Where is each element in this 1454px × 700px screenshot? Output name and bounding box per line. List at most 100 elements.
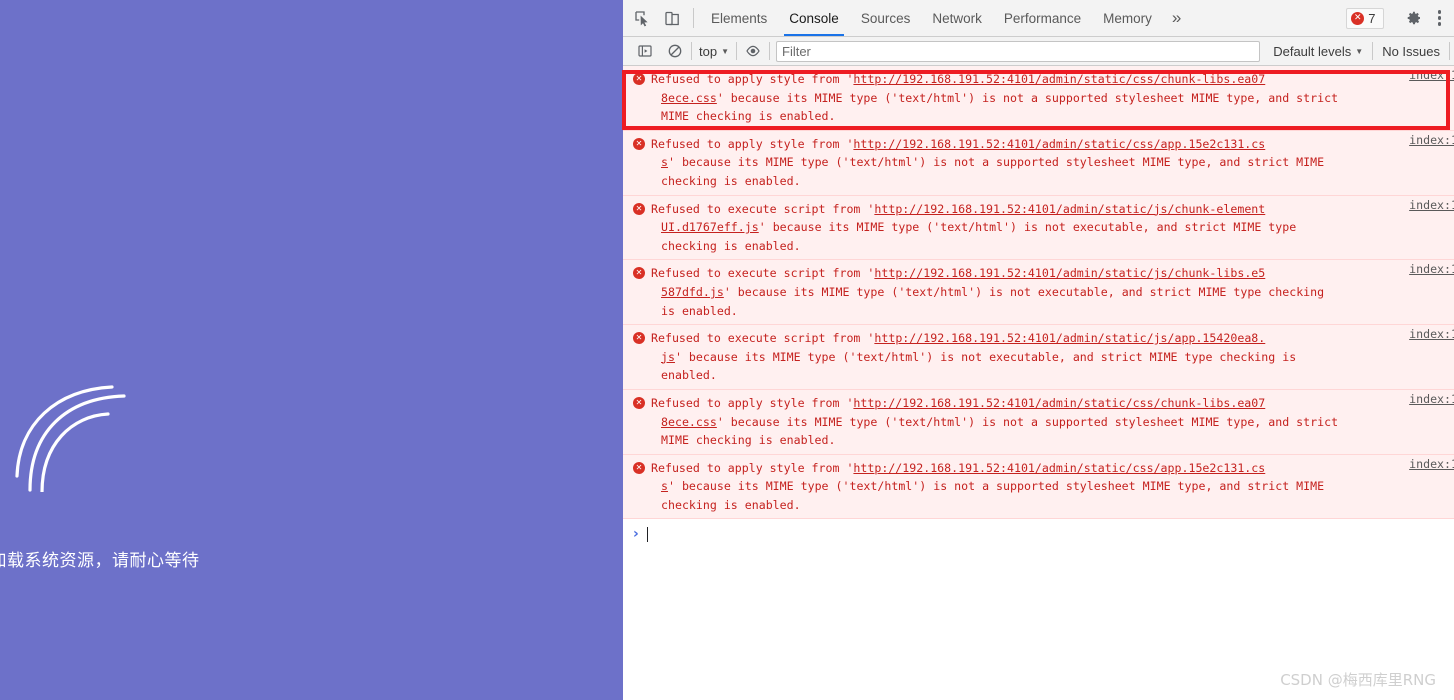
console-message-line: enabled. — [651, 366, 1454, 385]
console-message-segment: checking is enabled. — [661, 173, 801, 188]
console-resource-link[interactable]: http://192.168.191.52:4101/admin/static/… — [853, 137, 1265, 151]
console-message-source-link[interactable]: index:1 — [1409, 455, 1454, 474]
console-resource-link[interactable]: http://192.168.191.52:4101/admin/static/… — [853, 72, 1265, 86]
console-message-text: Refused to execute script from 'http://1… — [651, 200, 1454, 256]
console-message-segment: Refused to apply style from ' — [651, 136, 854, 151]
console-resource-link[interactable]: http://192.168.191.52:4101/admin/static/… — [874, 266, 1265, 280]
inspect-element-icon[interactable] — [627, 0, 657, 36]
console-message-segment: checking is enabled. — [661, 497, 801, 512]
error-circle-icon: ✕ — [633, 137, 645, 150]
kebab-menu-icon[interactable] — [1429, 10, 1451, 26]
console-message-line: checking is enabled. — [651, 496, 1454, 515]
console-filter-input[interactable] — [776, 40, 1261, 62]
console-message-error[interactable]: ✕ Refused to execute script from 'http://… — [623, 260, 1454, 326]
console-message-segment: ' because its MIME type ('text/html') is… — [723, 284, 1325, 299]
console-message-error[interactable]: ✕ Refused to apply style from 'http://192… — [623, 454, 1454, 520]
console-message-line: Refused to execute script from 'http://1… — [651, 264, 1454, 283]
console-message-source-link[interactable]: index:1 — [1409, 131, 1454, 150]
console-message-source-link[interactable]: index:1 — [1409, 325, 1454, 344]
issues-button[interactable]: No Issues — [1374, 44, 1448, 59]
console-message-line: js' because its MIME type ('text/html') … — [651, 348, 1454, 367]
console-resource-link[interactable]: http://192.168.191.52:4101/admin/static/… — [853, 396, 1265, 410]
console-sidebar-icon[interactable] — [630, 43, 660, 59]
csdn-watermark: CSDN @梅西库里RNG — [1280, 671, 1436, 689]
console-message-source-link[interactable]: index:1 — [1409, 390, 1454, 409]
console-resource-link[interactable]: 8ece.css — [661, 91, 717, 105]
console-message-line: Refused to execute script from 'http://1… — [651, 329, 1454, 348]
chevron-down-icon-levels: ▼ — [1355, 46, 1364, 56]
error-circle-icon: ✕ — [633, 461, 645, 474]
tab-performance[interactable]: Performance — [993, 0, 1092, 36]
error-circle-icon: ✕ — [633, 396, 645, 409]
console-message-line: MIME checking is enabled. — [651, 431, 1454, 450]
console-resource-link[interactable]: 8ece.css — [661, 415, 717, 429]
tab-elements[interactable]: Elements — [700, 0, 778, 36]
clear-console-icon[interactable] — [660, 43, 690, 59]
device-toolbar-icon[interactable] — [657, 0, 687, 36]
tab-memory[interactable]: Memory — [1092, 0, 1163, 36]
loading-arcs-spinner-icon — [0, 372, 144, 494]
console-message-segment: MIME checking is enabled. — [661, 109, 836, 124]
console-resource-link[interactable]: s — [661, 479, 668, 493]
console-message-text: Refused to execute script from 'http://1… — [651, 264, 1454, 320]
console-message-text: Refused to execute script from 'http://1… — [651, 329, 1454, 385]
console-resource-link[interactable]: http://192.168.191.52:4101/admin/static/… — [874, 202, 1265, 216]
tabstrip-right-group: ✕ 7 — [1346, 0, 1454, 36]
error-count-badge[interactable]: ✕ 7 — [1346, 7, 1384, 29]
console-message-line: 587dfd.js' because its MIME type ('text/… — [651, 283, 1454, 302]
console-message-line: 8ece.css' because its MIME type ('text/h… — [651, 413, 1454, 432]
log-levels-label: Default levels — [1273, 43, 1352, 59]
console-resource-link[interactable]: js — [661, 350, 675, 364]
console-message-source-link[interactable]: index:1 — [1409, 260, 1454, 279]
console-resource-link[interactable]: s — [661, 155, 668, 169]
filterbar-divider-1 — [691, 42, 692, 60]
console-message-error[interactable]: ✕ Refused to apply style from 'http://192… — [623, 66, 1454, 131]
console-message-error[interactable]: ✕ Refused to apply style from 'http://192… — [623, 389, 1454, 455]
console-message-segment: Refused to apply style from ' — [651, 72, 854, 86]
console-message-segment: ' because its MIME type ('text/html') is… — [674, 349, 1297, 364]
console-message-error[interactable]: ✕ Refused to apply style from 'http://192… — [623, 130, 1454, 196]
console-message-error[interactable]: ✕ Refused to execute script from 'http://… — [623, 325, 1454, 390]
console-message-source-link[interactable]: index:1 — [1409, 196, 1454, 215]
tab-network[interactable]: Network — [921, 0, 993, 36]
console-message-segment: ' because its MIME type ('text/html') is… — [667, 155, 1325, 170]
console-message-list[interactable]: ✕ Refused to apply style from 'http://192… — [623, 66, 1454, 700]
console-message-line: Refused to execute script from 'http://1… — [651, 200, 1454, 219]
console-message-segment: enabled. — [661, 368, 717, 383]
console-prompt-caret-icon: › — [633, 526, 639, 543]
tab-memory-label: Memory — [1103, 10, 1152, 26]
log-levels-dropdown[interactable]: Default levels ▼ — [1265, 44, 1371, 59]
console-message-source-link[interactable]: index:1 — [1409, 66, 1454, 85]
console-message-line: Refused to apply style from 'http://192.… — [651, 70, 1454, 89]
filterbar-divider-4 — [1372, 42, 1374, 60]
console-message-segment: ' because its MIME type ('text/html') is… — [758, 220, 1297, 235]
console-message-segment: checking is enabled. — [661, 238, 801, 253]
tab-console[interactable]: Console — [778, 0, 850, 36]
toolbar-divider — [693, 8, 694, 28]
tab-console-label: Console — [789, 10, 839, 26]
gear-icon[interactable] — [1399, 10, 1429, 26]
console-message-segment: MIME checking is enabled. — [661, 433, 836, 448]
eye-icon[interactable] — [738, 43, 768, 59]
error-circle-icon: ✕ — [1351, 11, 1365, 25]
console-resource-link[interactable]: http://192.168.191.52:4101/admin/static/… — [853, 461, 1265, 475]
error-count-label: 7 — [1368, 10, 1376, 26]
execution-context-selector[interactable]: top ▼ — [693, 44, 735, 59]
console-message-segment: Refused to execute script from ' — [651, 201, 875, 216]
screenshot-root: 在加载系统资源，请耐心等待 Elements Console Sources — [0, 0, 1454, 700]
console-message-line: s' because its MIME type ('text/html') i… — [651, 477, 1454, 496]
filterbar-divider-2 — [736, 42, 737, 60]
console-prompt-row[interactable]: › — [623, 519, 1454, 550]
filterbar-divider-5 — [1449, 42, 1450, 60]
console-message-error[interactable]: ✕ Refused to execute script from 'http://… — [623, 195, 1454, 261]
console-message-line: Refused to apply style from 'http://192.… — [651, 135, 1454, 154]
console-resource-link[interactable]: UI.d1767eff.js — [661, 220, 759, 234]
console-resource-link[interactable]: 587dfd.js — [661, 285, 724, 299]
console-message-segment: ' because its MIME type ('text/html') is… — [667, 479, 1325, 494]
tab-sources[interactable]: Sources — [850, 0, 922, 36]
console-resource-link[interactable]: http://192.168.191.52:4101/admin/static/… — [874, 331, 1265, 345]
console-message-line: MIME checking is enabled. — [651, 107, 1454, 126]
console-message-segment: Refused to execute script from ' — [651, 331, 875, 346]
loading-status-text: 在加载系统资源，请耐心等待 — [0, 551, 200, 571]
more-tabs-chevron-icon[interactable]: » — [1163, 0, 1190, 36]
